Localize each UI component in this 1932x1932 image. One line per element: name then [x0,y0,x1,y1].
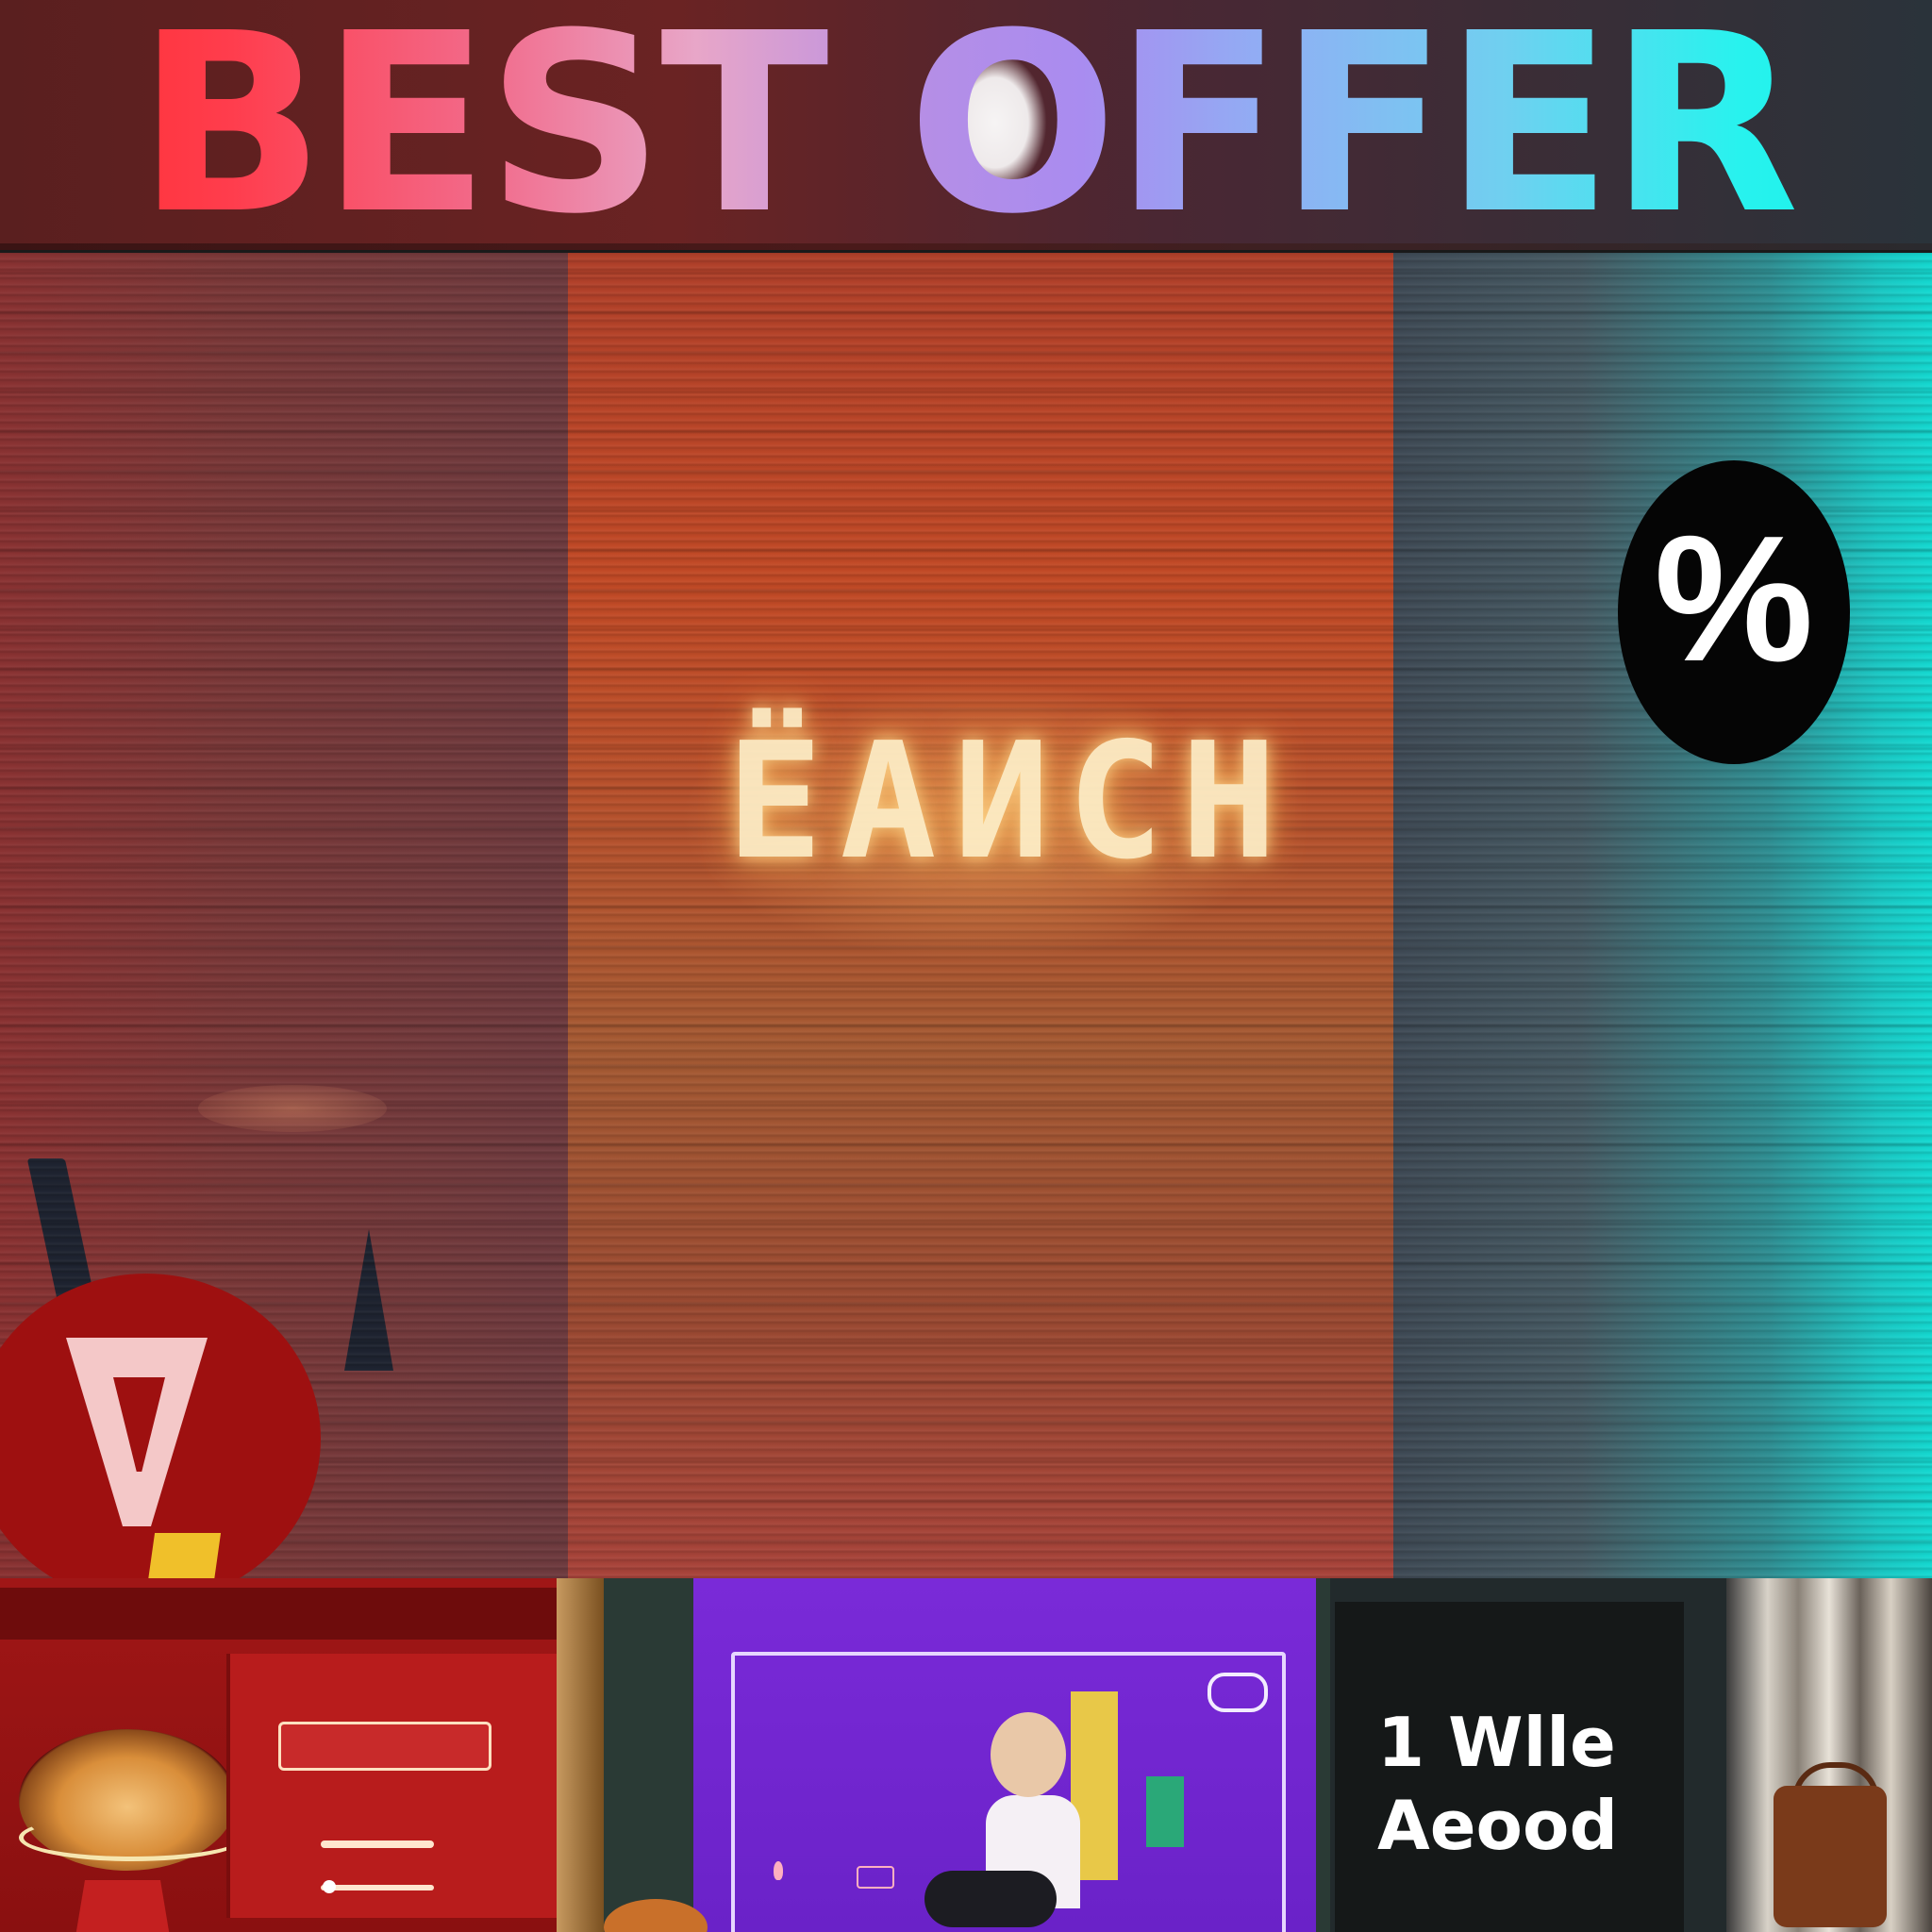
card-text-line [321,1840,434,1848]
card-edge [557,1578,604,1932]
header-banner: BEST OFFER [0,0,1932,250]
wood-panel-right [1393,253,1932,1578]
person-lap [924,1871,1057,1927]
offer-banner: BEST OFFER ЁАИСН % 1 Wlle Aeood [0,0,1932,1932]
bag-image [1774,1786,1887,1927]
percent-icon: % [1654,499,1814,699]
card-decoration [75,1880,170,1932]
pizza-image [604,1899,708,1932]
percent-badge[interactable]: % [1618,460,1850,764]
card-slider-knob[interactable] [323,1880,336,1893]
bottle-image [1146,1776,1184,1847]
promo-card-dark[interactable]: 1 Wlle Aeood [1330,1578,1932,1932]
card-action-button[interactable] [278,1722,491,1771]
card-header-strip [0,1588,604,1640]
card-slider-track[interactable] [321,1885,434,1890]
promo-card-purple[interactable] [604,1578,1330,1932]
card-content-panel [226,1654,579,1918]
card-dark-headline: 1 Wlle Aeood [1377,1703,1619,1865]
promo-card-red[interactable] [0,1578,604,1932]
plate-rim [19,1814,245,1861]
person-head [991,1712,1066,1797]
sailboat-icon [344,1229,393,1371]
toggle-switch[interactable] [1208,1673,1268,1712]
page-title: BEST OFFER [0,0,1932,250]
card-chip [857,1866,894,1889]
flame-icon [774,1861,783,1880]
reflection-glow [198,1085,387,1132]
neon-sign: ЁАИСН [726,708,1294,895]
header-divider [0,243,1932,250]
